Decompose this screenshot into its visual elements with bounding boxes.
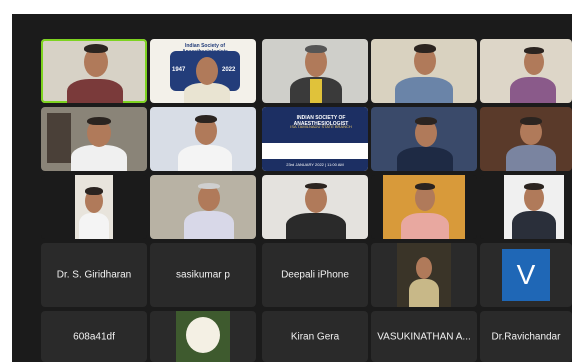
participant-video <box>150 107 256 171</box>
rose-image <box>176 311 230 362</box>
participant-name: sasikumar p <box>176 269 230 281</box>
participant-video <box>262 39 368 103</box>
participant-tile-608a41df[interactable]: 608a41df <box>41 311 147 362</box>
participant-video <box>41 39 147 103</box>
participant-tile-deepali[interactable]: Deepali iPhone <box>262 243 368 307</box>
participant-tile-v[interactable]: V <box>480 243 572 307</box>
participant-tile-vasukinathan[interactable]: VASUKINATHAN A... <box>371 311 477 362</box>
participant-name: Dr.Ravichandar <box>491 331 561 342</box>
participant-video <box>480 107 572 171</box>
participant-name: VASUKINATHAN A... <box>377 331 471 342</box>
banner-subtitle: ISA TAMILNADU STATE BRANCH <box>290 124 352 129</box>
video-tile-15[interactable] <box>480 175 572 239</box>
participant-tile-kiran[interactable]: Kiran Gera <box>262 311 368 362</box>
participant-video <box>504 175 564 239</box>
video-tile-16[interactable] <box>371 243 477 307</box>
video-tile-10[interactable] <box>480 107 572 171</box>
participant-video <box>150 175 256 239</box>
participant-name: 608a41df <box>73 331 115 342</box>
meeting-banner: INDIAN SOCIETY OF ANAESTHESIOLOGIST ISA … <box>262 107 368 171</box>
video-tile-3[interactable] <box>262 39 368 103</box>
participant-tile-giridharan[interactable]: Dr. S. Giridharan <box>41 243 147 307</box>
logo-year-start: 1947 <box>172 67 186 73</box>
video-tile-11[interactable] <box>41 175 147 239</box>
logo-year-end: 2022 <box>222 67 236 73</box>
video-tile-2[interactable]: Indian Society of Anaesthesiologists 194… <box>150 39 256 103</box>
video-tile-8[interactable]: INDIAN SOCIETY OF ANAESTHESIOLOGIST ISA … <box>262 107 368 171</box>
avatar: V <box>502 249 550 301</box>
video-tile-7[interactable] <box>150 107 256 171</box>
video-tile-13[interactable] <box>262 175 368 239</box>
video-tile-4[interactable] <box>371 39 477 103</box>
participant-video <box>262 175 368 239</box>
participant-video <box>480 39 572 103</box>
participant-tile-rose[interactable] <box>150 311 256 362</box>
participant-video <box>383 175 465 239</box>
video-tile-12[interactable] <box>150 175 256 239</box>
video-tile-9[interactable] <box>371 107 477 171</box>
participant-video <box>371 39 477 103</box>
participant-name: Deepali iPhone <box>281 269 349 281</box>
participant-video <box>397 243 451 307</box>
participant-name: Dr. S. Giridharan <box>56 269 132 281</box>
participant-video <box>41 107 147 171</box>
video-tile-5[interactable] <box>480 39 572 103</box>
video-tile-6[interactable] <box>41 107 147 171</box>
participant-tile-ravichandar[interactable]: Dr.Ravichandar <box>480 311 572 362</box>
video-tile-1[interactable] <box>41 39 147 103</box>
participant-video: Indian Society of Anaesthesiologists 194… <box>150 39 256 103</box>
video-tile-14[interactable] <box>371 175 477 239</box>
video-gallery: Indian Society of Anaesthesiologists 194… <box>12 14 572 362</box>
participant-video <box>371 107 477 171</box>
participant-name: Kiran Gera <box>290 331 340 342</box>
banner-date: 23rd JANUARY 2022 | 11:00 AM <box>262 159 368 171</box>
participant-video <box>75 175 113 239</box>
participant-tile-sasikumar[interactable]: sasikumar p <box>150 243 256 307</box>
